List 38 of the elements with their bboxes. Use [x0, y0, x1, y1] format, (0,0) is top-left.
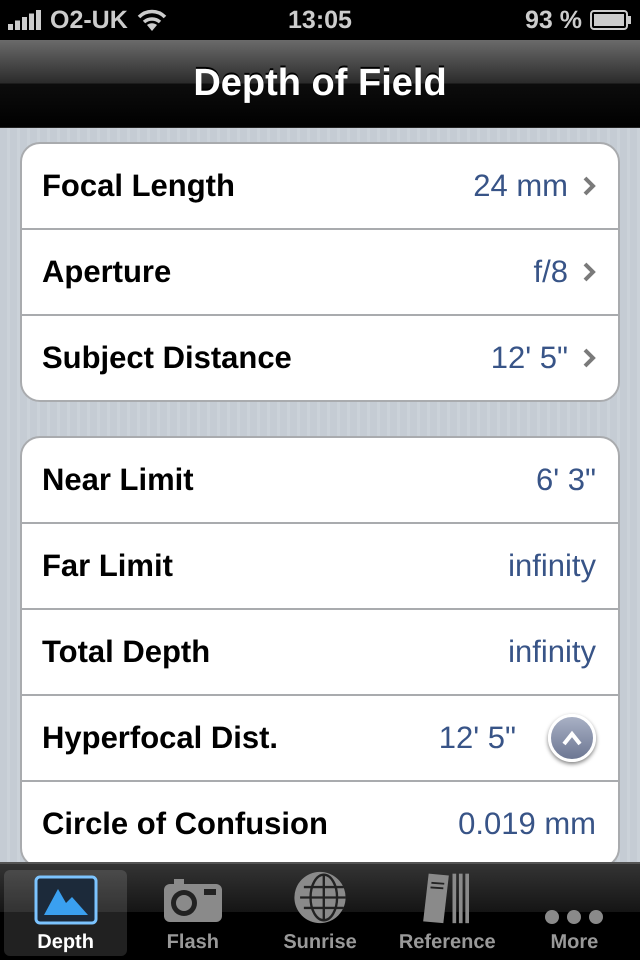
landscape-icon — [34, 875, 98, 925]
battery-percentage: 93 % — [525, 6, 582, 34]
row-value: infinity — [508, 634, 596, 670]
row-value: 12' 5" — [490, 340, 568, 376]
battery-icon — [590, 10, 632, 30]
tab-item[interactable]: More — [512, 870, 636, 956]
row-value: infinity — [508, 548, 596, 584]
chevron-icon — [582, 347, 596, 369]
table-row[interactable]: Focal Length 24 mm — [22, 144, 618, 228]
row-value: f/8 — [534, 254, 568, 290]
tab-item[interactable]: Reference — [386, 870, 509, 956]
row-label: Focal Length — [42, 168, 236, 204]
more-icon — [544, 909, 604, 925]
row-label: Far Limit — [42, 548, 174, 584]
chevron-icon — [582, 175, 596, 197]
row-value: 6' 3" — [536, 462, 596, 498]
row-value: 12' 5" — [438, 720, 516, 756]
chevron-icon — [582, 261, 596, 283]
row-label: Aperture — [42, 254, 172, 290]
wifi-icon — [136, 8, 168, 32]
row-label: Hyperfocal Dist. — [42, 720, 280, 756]
row-label: Circle of Confusion — [42, 806, 329, 842]
clock-time: 13:05 — [288, 6, 352, 34]
row-label: Subject Distance — [42, 340, 293, 376]
row-value: 0.019 mm — [458, 806, 596, 842]
signal-icon — [8, 10, 42, 30]
tab-item[interactable]: Flash — [131, 870, 254, 956]
table-row[interactable]: Aperture f/8 — [22, 228, 618, 314]
tab-item[interactable]: Depth — [4, 870, 128, 956]
detail-disclosure-button[interactable] — [548, 714, 596, 762]
tab-item[interactable]: Sunrise — [258, 870, 382, 956]
row-label: Near Limit — [42, 462, 195, 498]
caret-up-icon — [561, 730, 583, 746]
carrier-name: O2-UK — [50, 6, 128, 34]
table-row[interactable]: Subject Distance 12' 5" — [22, 314, 618, 400]
row-label: Total Depth — [42, 634, 212, 670]
row-value: 24 mm — [473, 168, 568, 204]
nav-title: Depth of Field — [193, 62, 447, 105]
